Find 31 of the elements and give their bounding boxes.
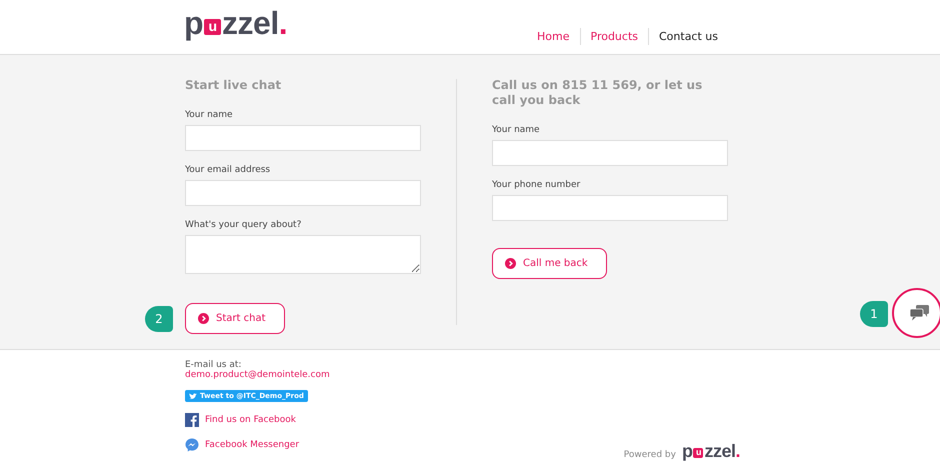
- chat-icon: [910, 305, 930, 321]
- bird-icon: [189, 392, 197, 400]
- text-area[interactable]: [185, 235, 421, 274]
- chevron-icon: [198, 313, 209, 324]
- field-label: Your email address: [185, 165, 272, 175]
- nav-link[interactable]: Contact us: [648, 28, 728, 45]
- form-title: Start live chat: [185, 78, 282, 93]
- email-label: E-mail us at:: [185, 360, 242, 370]
- chevron-icon: [505, 258, 516, 269]
- call-back-button[interactable]: Call me back: [492, 248, 607, 279]
- nav-link[interactable]: Products: [580, 28, 648, 45]
- field-label: Your name: [185, 110, 234, 120]
- callout-badge: 1: [860, 301, 888, 327]
- field-label: Your name: [492, 125, 541, 135]
- start-chat-button[interactable]: Start chat: [185, 303, 284, 334]
- input-field[interactable]: [185, 180, 421, 206]
- input-field[interactable]: [492, 140, 728, 166]
- social-link[interactable]: Facebook Messenger: [205, 440, 300, 450]
- powered-by-text: Powered by: [624, 450, 676, 460]
- input-field[interactable]: [492, 195, 728, 221]
- input-field[interactable]: [185, 125, 421, 151]
- nav-link[interactable]: Home: [527, 28, 580, 45]
- field-label: Your phone number: [492, 180, 582, 190]
- messenger-icon: [185, 438, 199, 452]
- form-title: Call us on 815 11 569, or let us call you back: [492, 78, 704, 108]
- chat-launcher-button[interactable]: [892, 288, 940, 338]
- field-label: What's your query about?: [185, 220, 302, 230]
- email-link[interactable]: demo.product@demointele.com: [185, 370, 330, 380]
- facebook-icon: [185, 413, 199, 427]
- social-link[interactable]: Find us on Facebook: [205, 415, 296, 425]
- callout-badge: 2: [145, 306, 173, 332]
